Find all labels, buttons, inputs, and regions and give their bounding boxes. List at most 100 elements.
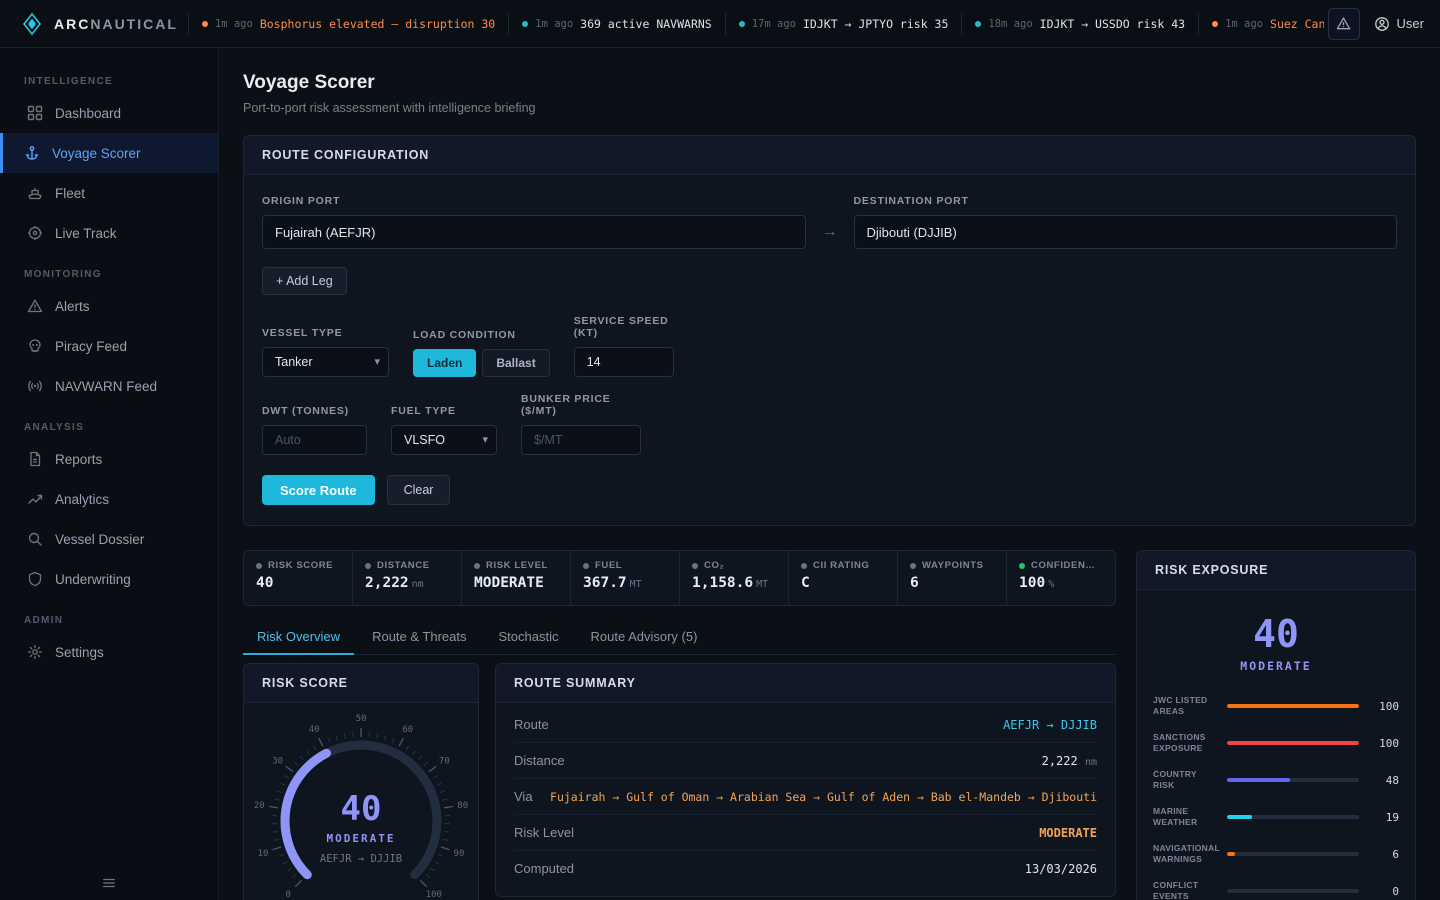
ticker-text: Suez Canal [1270, 17, 1324, 31]
ticker-time: 1m ago [215, 18, 253, 30]
sidebar-item-underwriting[interactable]: Underwriting [0, 559, 218, 599]
service-speed-label: SERVICE SPEED (KT) [574, 315, 674, 339]
vessel-type-label: VESSEL TYPE [262, 327, 389, 339]
logo-icon [20, 12, 44, 36]
tab-route-advisory[interactable]: Route Advisory (5) [576, 622, 711, 655]
ticker-text: IDJKT → JPTYO risk 35 [803, 17, 948, 31]
stat-confidence: CONFIDENCE 100% [1007, 551, 1115, 605]
exposure-bar [1227, 852, 1359, 856]
dwt-label: DWT (TONNES) [262, 405, 367, 417]
ticker-text: 369 active NAVWARNS [580, 17, 712, 31]
sidebar-item-live-track[interactable]: Live Track [0, 213, 218, 253]
add-leg-button[interactable]: + Add Leg [262, 267, 347, 295]
summary-row-risk-level: Risk Level MODERATE [514, 815, 1097, 851]
dashboard-icon [27, 105, 43, 121]
ticker-item[interactable]: 1m ago Bosphorus elevated — disruption 3… [188, 13, 508, 35]
exposure-bar [1227, 889, 1359, 893]
score-route-button[interactable]: Score Route [262, 475, 375, 505]
route-configuration-card: ROUTE CONFIGURATION ORIGIN PORT → DESTIN… [243, 135, 1416, 526]
ticker-item[interactable]: 1m ago Suez Canal [1198, 13, 1323, 35]
exposure-bar-fill [1227, 852, 1235, 856]
clear-button[interactable]: Clear [387, 475, 451, 505]
tab-risk-overview[interactable]: Risk Overview [243, 622, 354, 655]
hamburger-icon [100, 876, 118, 890]
svg-text:20: 20 [254, 801, 265, 811]
stat-waypoints: WAYPOINTS 6 [898, 551, 1007, 605]
stat-risk-level: RISK LEVEL MODERATE [462, 551, 571, 605]
ticker-item[interactable]: 17m ago IDJKT → JPTYO risk 35 [725, 13, 962, 35]
trend-up-icon [27, 491, 43, 507]
user-menu[interactable]: User [1374, 16, 1424, 32]
topbar: ARCNAUTICAL 1m ago Bosphorus elevated — … [0, 0, 1440, 48]
svg-text:10: 10 [258, 849, 269, 859]
skull-icon [27, 338, 43, 354]
sidebar-item-analytics[interactable]: Analytics [0, 479, 218, 519]
fuel-type-select[interactable]: VLSFO [391, 425, 497, 455]
sidebar-item-fleet[interactable]: Fleet [0, 173, 218, 213]
tab-stochastic[interactable]: Stochastic [485, 622, 573, 655]
sidebar: INTELLIGENCE Dashboard Voyage Scorer Fle… [0, 48, 219, 900]
exposure-level-label: MODERATE [1137, 659, 1415, 673]
vessel-type-select[interactable]: Tanker [262, 347, 389, 377]
brand-logo[interactable]: ARCNAUTICAL [20, 12, 188, 36]
route-summary-card: ROUTE SUMMARY Route AEFJR → DJJIB Distan… [495, 663, 1116, 897]
exposure-bar-fill [1227, 815, 1252, 819]
summary-row-distance: Distance 2,222 nm [514, 743, 1097, 779]
exposure-row: CONFLICT EVENTS 0 [1153, 876, 1399, 900]
user-icon [1374, 16, 1390, 32]
sidebar-collapse-button[interactable] [0, 876, 218, 890]
svg-text:100: 100 [426, 890, 442, 900]
origin-port-input[interactable] [262, 215, 806, 249]
sidebar-item-piracy-feed[interactable]: Piracy Feed [0, 326, 218, 366]
page-subtitle: Port-to-port risk assessment with intell… [243, 101, 1416, 115]
summary-row-computed: Computed 13/03/2026 [514, 851, 1097, 886]
fuel-type-label: FUEL TYPE [391, 405, 497, 417]
nav-section-title: MONITORING [24, 269, 218, 280]
svg-text:40: 40 [309, 725, 320, 735]
sidebar-item-settings[interactable]: Settings [0, 632, 218, 672]
service-speed-input[interactable] [574, 347, 674, 377]
route-arrow-icon: → [806, 215, 854, 249]
sidebar-item-voyage-scorer[interactable]: Voyage Scorer [0, 133, 218, 173]
risk-score-header: RISK SCORE [244, 664, 478, 703]
load-condition-laden-button[interactable]: Laden [413, 349, 476, 377]
destination-port-input[interactable] [854, 215, 1398, 249]
stat-dot [583, 563, 589, 569]
page-title: Voyage Scorer [243, 72, 1416, 94]
sidebar-item-vessel-dossier[interactable]: Vessel Dossier [0, 519, 218, 559]
sidebar-item-dashboard[interactable]: Dashboard [0, 93, 218, 133]
summary-row-via: Via Fujairah → Gulf of Oman → Arabian Se… [514, 779, 1097, 815]
stat-cii-rating: CII RATING C [789, 551, 898, 605]
sidebar-item-alerts[interactable]: Alerts [0, 286, 218, 326]
stat-fuel: FUEL 367.7MT [571, 551, 680, 605]
exposure-bar [1227, 778, 1359, 782]
file-icon [27, 451, 43, 467]
stat-dot [256, 563, 262, 569]
summary-row-route: Route AEFJR → DJJIB [514, 707, 1097, 743]
dwt-input[interactable] [262, 425, 367, 455]
ticker-dot [1212, 21, 1218, 27]
stat-dot [910, 563, 916, 569]
ticker-item[interactable]: 18m ago IDJKT → USSDO risk 43 [961, 13, 1198, 35]
exposure-bar-fill [1227, 778, 1290, 782]
bunker-price-label: BUNKER PRICE ($/MT) [521, 393, 641, 417]
ticker-dot [975, 21, 981, 27]
ticker-dot [522, 21, 528, 27]
ticker-time: 1m ago [1225, 18, 1263, 30]
load-condition-ballast-button[interactable]: Ballast [482, 349, 549, 377]
sidebar-item-reports[interactable]: Reports [0, 439, 218, 479]
nav-section-title: ADMIN [24, 615, 218, 626]
bunker-price-input[interactable] [521, 425, 641, 455]
ticker-dot [202, 21, 208, 27]
destination-port-label: DESTINATION PORT [854, 195, 1398, 207]
exposure-bar-fill [1227, 741, 1359, 745]
tab-route-threats[interactable]: Route & Threats [358, 622, 480, 655]
sidebar-item-navwarn-feed[interactable]: NAVWARN Feed [0, 366, 218, 406]
alerts-button[interactable] [1328, 8, 1360, 40]
main-content: Voyage Scorer Port-to-port risk assessme… [219, 48, 1440, 900]
ticker-time: 18m ago [988, 18, 1032, 30]
stat-dot [692, 563, 698, 569]
stat-risk-score: RISK SCORE 40 [244, 551, 353, 605]
origin-port-label: ORIGIN PORT [262, 195, 806, 207]
ticker-item[interactable]: 1m ago 369 active NAVWARNS [508, 13, 725, 35]
